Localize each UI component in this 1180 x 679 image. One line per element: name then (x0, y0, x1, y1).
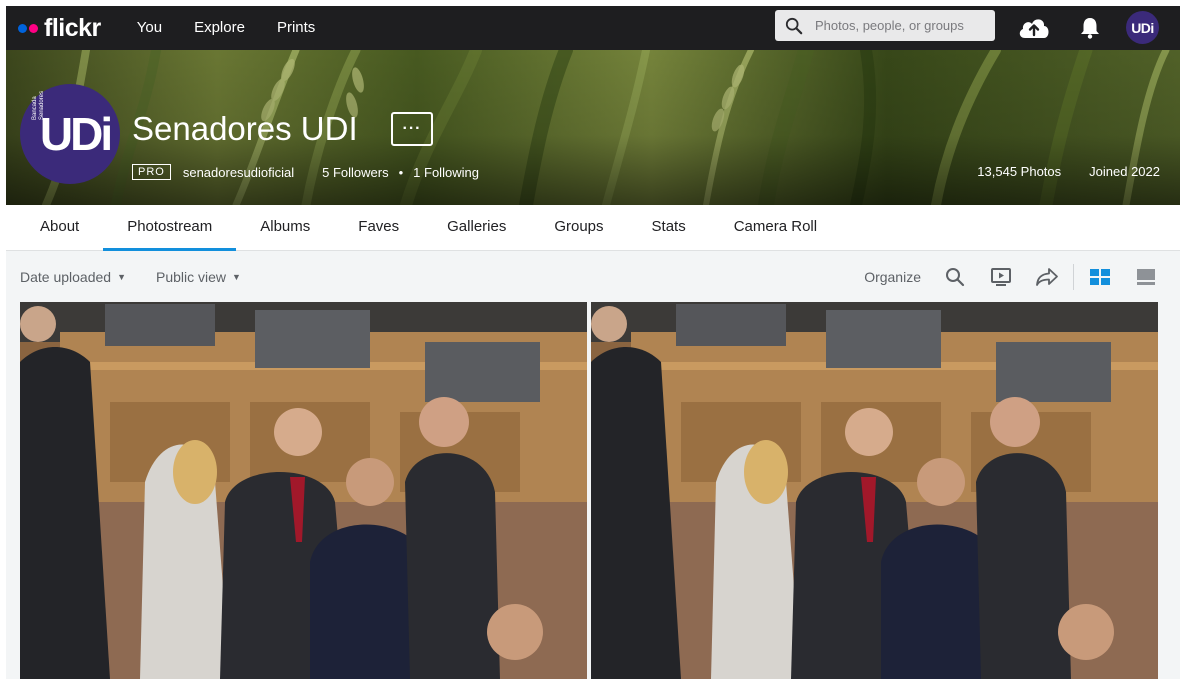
more-options-button[interactable]: ··· (391, 112, 433, 146)
detail-view-icon[interactable] (1134, 265, 1158, 289)
nav-link-you[interactable]: You (121, 6, 178, 50)
logo-pink-dot (29, 23, 38, 33)
grid-view-icon[interactable] (1088, 265, 1112, 289)
tab-about[interactable]: About (6, 205, 103, 250)
photos-count: 13,545 Photos (977, 164, 1062, 179)
tab-groups[interactable]: Groups (530, 205, 627, 250)
flickr-logo[interactable]: flickr (18, 6, 101, 50)
toolbar-actions: Organize (864, 251, 1180, 302)
pro-badge: PRO (132, 164, 171, 180)
photostream-toolbar: Date uploaded ▼ Public view ▼ Organize (6, 251, 1180, 302)
tab-photostream[interactable]: Photostream (103, 205, 237, 251)
nav-link-explore[interactable]: Explore (178, 6, 261, 50)
upload-cloud-icon[interactable] (1017, 14, 1051, 40)
search-input[interactable] (813, 17, 987, 34)
profile-meta: PRO senadoresudioficial 5 Followers • 1 … (132, 164, 479, 180)
tab-faves[interactable]: Faves (334, 205, 423, 250)
tab-camera-roll[interactable]: Camera Roll (710, 205, 841, 250)
share-icon[interactable] (1035, 265, 1059, 289)
logo-wordmark: flickr (44, 13, 101, 42)
tab-albums[interactable]: Albums (236, 205, 334, 250)
joined-date: Joined 2022 (1089, 164, 1160, 179)
sort-dropdown[interactable]: Date uploaded ▼ (20, 269, 126, 285)
top-navigation: flickr You Explore Prints UDi (6, 6, 1180, 50)
following-link[interactable]: 1 Following (413, 165, 479, 180)
photo-senate-meeting-1[interactable] (20, 302, 587, 679)
search-icon (785, 17, 803, 34)
notification-bell-icon[interactable] (1079, 16, 1101, 40)
avatar-side-text: Bancada Senadores (32, 90, 45, 120)
organize-link[interactable]: Organize (864, 269, 921, 285)
main-nav-links: You Explore Prints (121, 6, 332, 50)
chevron-down-icon: ▼ (232, 271, 241, 282)
avatar-monogram: UDi (39, 108, 113, 160)
view-dropdown[interactable]: Public view ▼ (156, 269, 241, 285)
photo-senate-meeting-2[interactable] (591, 302, 1158, 679)
search-icon[interactable] (943, 265, 967, 289)
tab-stats[interactable]: Stats (628, 205, 710, 250)
search-box[interactable] (775, 10, 995, 41)
nav-link-prints[interactable]: Prints (261, 6, 331, 50)
flickr-page: flickr You Explore Prints UDi (6, 6, 1180, 679)
profile-username: senadoresudioficial (182, 164, 295, 180)
cover-banner: Bancada Senadores UDi Senadores UDI ··· … (6, 50, 1180, 205)
profile-name: Senadores UDI (132, 110, 358, 147)
user-avatar[interactable]: UDi (1126, 11, 1159, 44)
profile-avatar: Bancada Senadores UDi (20, 84, 120, 184)
profile-tabs: About Photostream Albums Faves Galleries… (6, 205, 1180, 251)
logo-blue-dot (18, 23, 27, 33)
chevron-down-icon: ▼ (117, 271, 126, 282)
tab-galleries[interactable]: Galleries (423, 205, 530, 250)
meta-separator: • (398, 164, 404, 180)
followers-link[interactable]: 5 Followers (322, 165, 388, 180)
photo-grid (6, 302, 1180, 679)
profile-stats: 13,545 Photos Joined 2022 (977, 164, 1160, 179)
slideshow-icon[interactable] (989, 265, 1013, 289)
